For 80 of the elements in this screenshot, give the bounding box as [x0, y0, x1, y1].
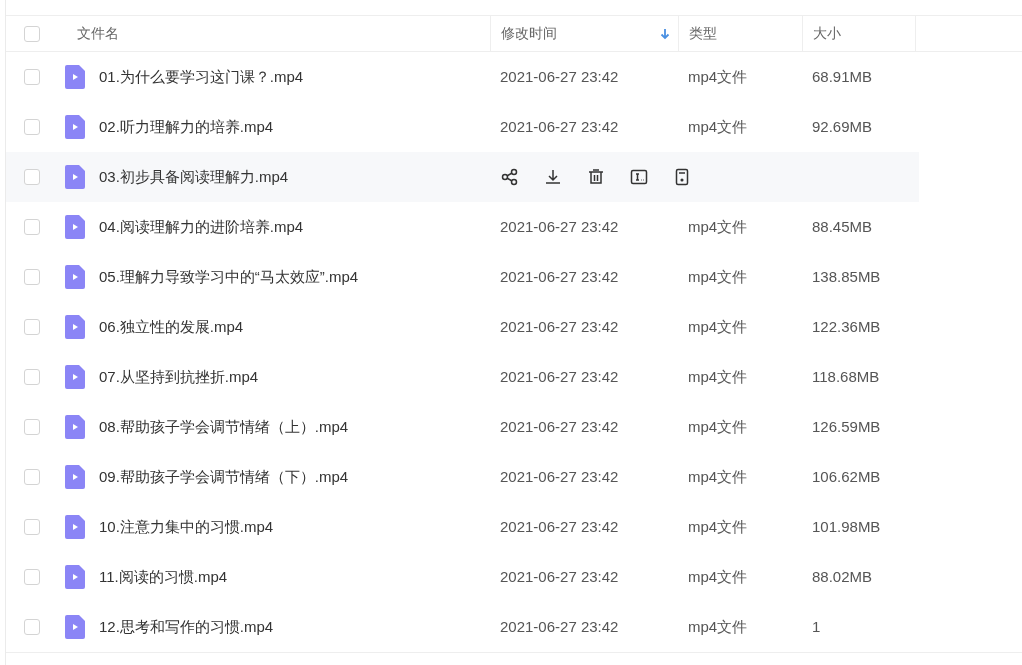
- file-name[interactable]: 07.从坚持到抗挫折.mp4: [99, 365, 259, 389]
- modified-time: 2021-06-27 23:42: [500, 67, 619, 85]
- file-name[interactable]: 02.听力理解力的培养.mp4: [99, 115, 274, 139]
- file-size: 88.45MB: [812, 217, 873, 235]
- checkbox[interactable]: [24, 519, 40, 535]
- video-file-icon: [65, 515, 85, 539]
- file-name[interactable]: 08.帮助孩子学会调节情绪（上）.mp4: [99, 415, 349, 439]
- modified-time: 2021-06-27 23:42: [500, 317, 619, 335]
- checkbox[interactable]: [24, 269, 40, 285]
- video-file-icon: [65, 415, 85, 439]
- file-size: 92.69MB: [812, 117, 873, 135]
- video-file-icon: [65, 65, 85, 89]
- column-header[interactable]: 修改时间: [501, 23, 557, 44]
- checkbox[interactable]: [24, 469, 40, 485]
- download-icon[interactable]: [543, 167, 563, 187]
- checkbox[interactable]: [24, 25, 40, 42]
- video-file-icon: [65, 315, 85, 339]
- checkbox[interactable]: [24, 219, 40, 235]
- file-name[interactable]: 12.思考和写作的习惯.mp4: [99, 615, 274, 639]
- checkbox[interactable]: [24, 169, 40, 185]
- file-name[interactable]: 01.为什么要学习这门课？.mp4: [99, 65, 304, 89]
- file-size: 106.62MB: [812, 467, 881, 485]
- checkbox[interactable]: [24, 369, 40, 385]
- column-header[interactable]: 大小: [813, 23, 841, 44]
- video-file-icon: [65, 165, 85, 189]
- file-name[interactable]: 05.理解力导致学习中的“马太效应”.mp4: [99, 265, 359, 289]
- file-type: mp4文件: [688, 217, 748, 235]
- checkbox[interactable]: [24, 419, 40, 435]
- modified-time: 2021-06-27 23:42: [500, 117, 619, 135]
- file-size: 126.59MB: [812, 417, 881, 435]
- file-size: 118.68MB: [812, 367, 880, 385]
- video-file-icon: [65, 615, 85, 639]
- column-header[interactable]: 类型: [689, 23, 717, 44]
- file-name[interactable]: 04.阅读理解力的进阶培养.mp4: [99, 215, 304, 239]
- file-type: mp4文件: [688, 467, 748, 485]
- file-type: mp4文件: [688, 267, 748, 285]
- share-icon[interactable]: [500, 167, 520, 187]
- file-size: 1: [812, 617, 821, 635]
- video-file-icon: [65, 565, 85, 589]
- modified-time: 2021-06-27 23:42: [500, 567, 619, 585]
- file-type: mp4文件: [688, 517, 748, 535]
- file-type: mp4文件: [688, 617, 748, 635]
- file-name[interactable]: 06.独立性的发展.mp4: [99, 315, 244, 339]
- file-name[interactable]: 10.注意力集中的习惯.mp4: [99, 515, 274, 539]
- file-size: 122.36MB: [812, 317, 881, 335]
- file-size: 101.98MB: [812, 517, 881, 535]
- checkbox[interactable]: [24, 119, 40, 135]
- file-name[interactable]: 03.初步具备阅读理解力.mp4: [99, 165, 289, 189]
- file-name[interactable]: 11.阅读的习惯.mp4: [99, 565, 228, 589]
- file-size: 68.91MB: [812, 67, 873, 85]
- checkbox[interactable]: [24, 69, 40, 85]
- checkbox[interactable]: [24, 319, 40, 335]
- modified-time: 2021-06-27 23:42: [500, 367, 619, 385]
- trash-icon[interactable]: [586, 167, 606, 187]
- checkbox[interactable]: [24, 569, 40, 585]
- file-type: mp4文件: [688, 117, 748, 135]
- column-header[interactable]: 文件名: [77, 23, 119, 44]
- modified-time: 2021-06-27 23:42: [500, 217, 619, 235]
- modified-time: 2021-06-27 23:42: [500, 517, 619, 535]
- video-file-icon: [65, 365, 85, 389]
- modified-time: 2021-06-27 23:42: [500, 267, 619, 285]
- video-file-icon: [65, 465, 85, 489]
- file-type: mp4文件: [688, 567, 748, 585]
- modified-time: 2021-06-27 23:42: [500, 617, 619, 635]
- rename-icon[interactable]: [629, 167, 649, 187]
- file-type: mp4文件: [688, 317, 748, 335]
- checkbox[interactable]: [24, 619, 40, 635]
- file-row[interactable]: 03.初步具备阅读理解力.mp4: [6, 152, 919, 202]
- file-type: mp4文件: [688, 417, 748, 435]
- modified-time: 2021-06-27 23:42: [500, 417, 619, 435]
- video-file-icon: [65, 215, 85, 239]
- file-type: mp4文件: [688, 367, 748, 385]
- file-size: 88.02MB: [812, 567, 873, 585]
- sort-down-icon[interactable]: [660, 27, 670, 40]
- file-name[interactable]: 09.帮助孩子学会调节情绪（下）.mp4: [99, 465, 349, 489]
- file-size: 138.85MB: [812, 267, 881, 285]
- video-file-icon: [65, 115, 85, 139]
- file-type: mp4文件: [688, 67, 748, 85]
- modified-time: 2021-06-27 23:42: [500, 467, 619, 485]
- video-file-icon: [65, 265, 85, 289]
